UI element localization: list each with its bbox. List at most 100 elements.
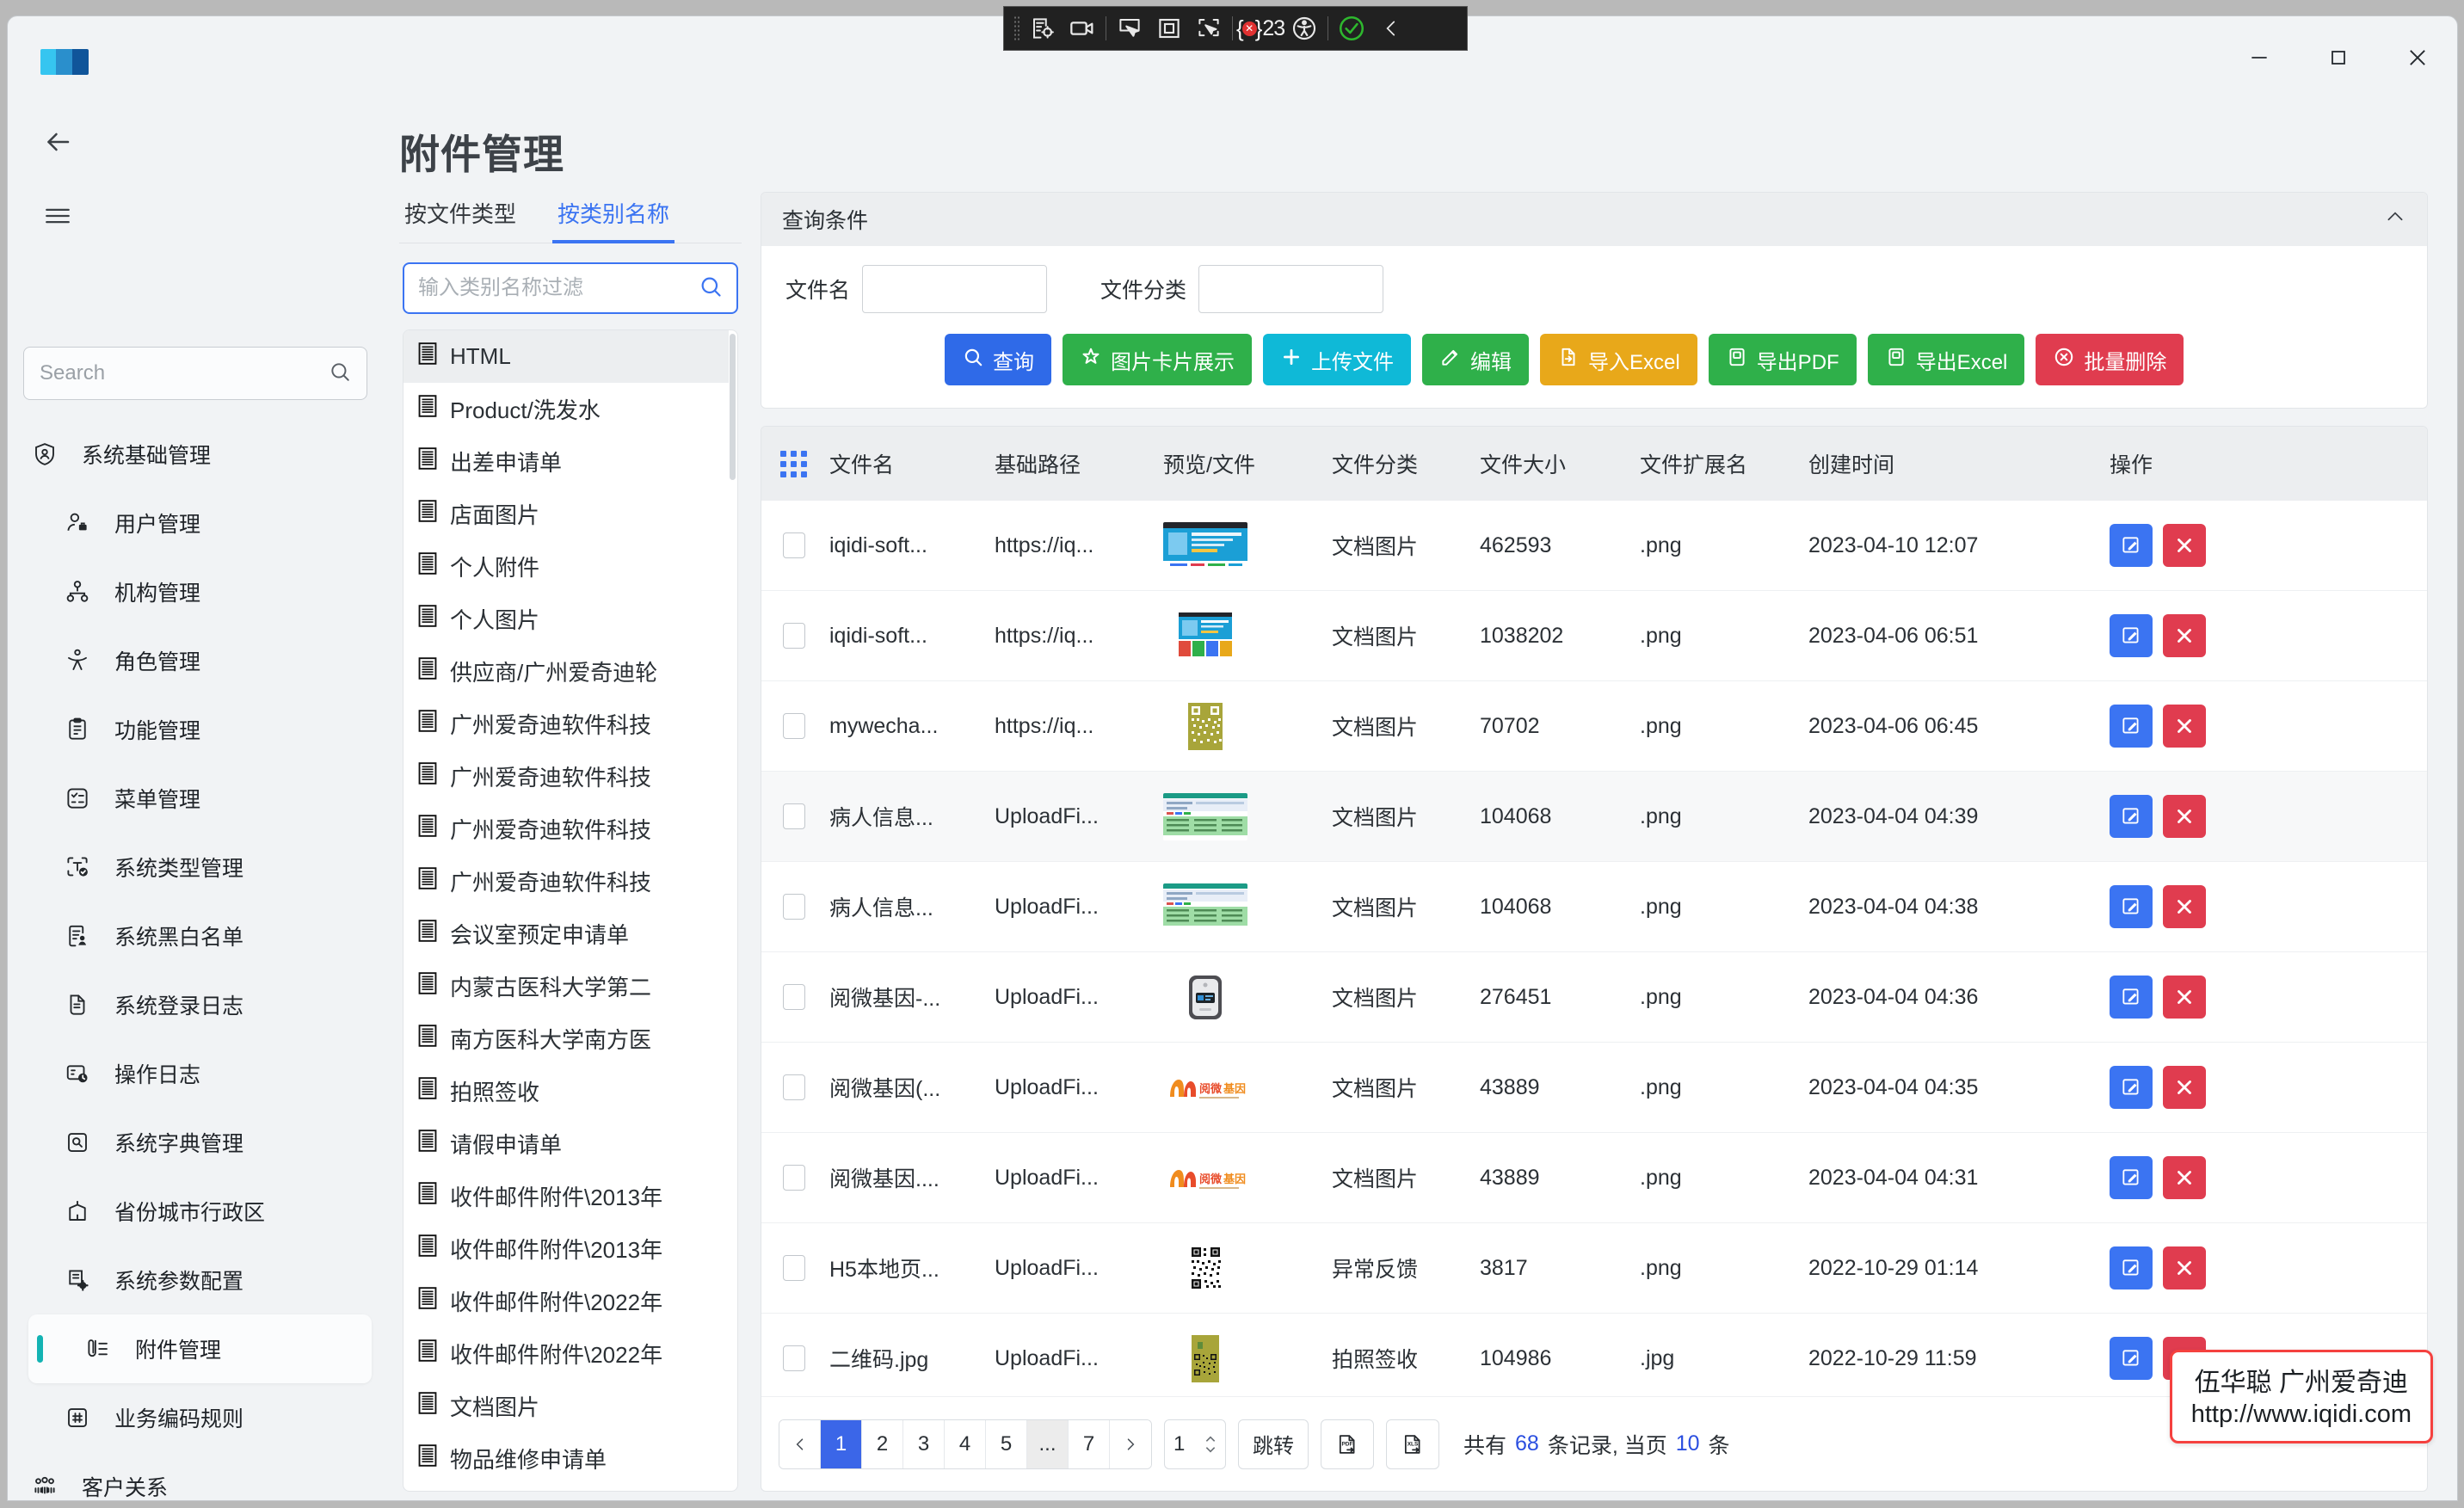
list-item[interactable]: 请假申请单 [403, 1117, 729, 1170]
list-item[interactable]: 业务附件 [403, 1485, 729, 1491]
row-checkbox[interactable] [783, 803, 805, 829]
table-row[interactable]: 阅微基因.... UploadFi... 阅微基因 文档图片 43889 .pn… [761, 1133, 2427, 1223]
video-camera-icon[interactable] [1063, 11, 1102, 46]
cell-preview[interactable] [1163, 612, 1332, 660]
edit-icon[interactable] [2110, 1337, 2153, 1380]
edit-icon[interactable] [2110, 1066, 2153, 1109]
search-input[interactable] [40, 361, 329, 385]
row-checkbox[interactable] [783, 1255, 805, 1281]
edit-icon[interactable] [2110, 885, 2153, 928]
capture-region-icon[interactable] [1023, 11, 1063, 46]
sidebar-item-params[interactable]: 系统参数配置 [8, 1246, 382, 1314]
row-checkbox-cell[interactable] [761, 713, 826, 739]
list-item[interactable]: 南方医科大学南方医 [403, 1013, 729, 1065]
error-count-badge[interactable]: { ✕ } 23 [1236, 15, 1284, 42]
column-header-basepath[interactable]: 基础路径 [995, 448, 1163, 479]
row-checkbox[interactable] [783, 1345, 805, 1371]
export-pdf-button[interactable]: 导出PDF [1709, 334, 1857, 385]
edit-icon[interactable] [2110, 795, 2153, 838]
delete-x-icon[interactable] [2163, 705, 2206, 748]
table-row[interactable]: iqidi-soft... https://iq... 文档图片 1038202… [761, 591, 2427, 681]
table-row[interactable]: 阅微基因(... UploadFi... 阅微基因 文档图片 43889 .pn… [761, 1043, 2427, 1133]
row-checkbox[interactable] [783, 532, 805, 558]
row-checkbox[interactable] [783, 984, 805, 1010]
cursor-pointer-icon[interactable] [1110, 11, 1149, 46]
cell-preview[interactable]: 阅微基因 [1163, 1154, 1332, 1202]
square-frame-icon[interactable] [1149, 11, 1189, 46]
filename-field[interactable] [862, 265, 1047, 313]
cell-preview[interactable] [1163, 793, 1332, 840]
category-filter-input[interactable] [418, 276, 699, 300]
page-button-1[interactable]: 1 [821, 1420, 862, 1468]
table-row[interactable]: 阅微基因-... UploadFi... 文档图片 276451 .png 20… [761, 952, 2427, 1043]
stepper-arrows-icon[interactable] [1204, 1435, 1217, 1454]
export-excel-button[interactable]: 导出Excel [1868, 334, 2025, 385]
page-button-2[interactable]: 2 [862, 1420, 903, 1468]
row-checkbox-cell[interactable] [761, 1255, 826, 1281]
sidebar-search[interactable] [23, 347, 367, 400]
sidebar-item-user-mgmt[interactable]: 用户管理 [8, 489, 382, 557]
edit-icon[interactable] [2110, 524, 2153, 567]
sidebar-item-crm[interactable]: 客户关系 [8, 1452, 382, 1500]
table-row[interactable]: 病人信息... UploadFi... 文档图片 104068 .png 202… [761, 862, 2427, 952]
delete-x-icon[interactable] [2163, 524, 2206, 567]
list-item[interactable]: HTML [403, 330, 729, 383]
row-checkbox-cell[interactable] [761, 894, 826, 920]
column-header-category[interactable]: 文件分类 [1332, 448, 1480, 479]
column-header-filesize[interactable]: 文件大小 [1480, 448, 1640, 479]
sidebar-item-system-type[interactable]: 系统类型管理 [8, 833, 382, 902]
list-item[interactable]: 物品维修申请单 [403, 1432, 729, 1485]
list-item[interactable]: 内蒙古医科大学第二 [403, 960, 729, 1013]
sidebar-item-blacklist[interactable]: 系统黑白名单 [8, 902, 382, 970]
collapse-chevron-icon[interactable] [1371, 11, 1411, 46]
table-row[interactable]: iqidi-soft... https://iq... 文档图片 462593 … [761, 501, 2427, 591]
jump-button[interactable]: 跳转 [1238, 1419, 1309, 1469]
search-button[interactable]: 查询 [945, 334, 1051, 385]
filecategory-field[interactable] [1198, 265, 1383, 313]
edit-icon[interactable] [2110, 1246, 2153, 1289]
pdf-export-icon[interactable]: PDF [1321, 1419, 1374, 1469]
column-header-filename[interactable]: 文件名 [826, 448, 995, 479]
category-list-scrollbar[interactable] [730, 334, 736, 1487]
page-button-3[interactable]: 3 [903, 1420, 945, 1468]
chevron-up-icon[interactable] [2384, 206, 2406, 234]
sidebar-item-function-mgmt[interactable]: 功能管理 [8, 695, 382, 764]
sidebar-item-login-log[interactable]: 系统登录日志 [8, 970, 382, 1039]
row-checkbox[interactable] [783, 623, 805, 649]
row-checkbox-cell[interactable] [761, 532, 826, 558]
list-item[interactable]: 个人附件 [403, 540, 729, 593]
cell-preview[interactable] [1163, 703, 1332, 750]
row-checkbox[interactable] [783, 1165, 805, 1191]
row-checkbox-cell[interactable] [761, 803, 826, 829]
table-row[interactable]: 病人信息... UploadFi... 文档图片 104068 .png 202… [761, 772, 2427, 862]
back-arrow-icon[interactable] [34, 118, 82, 166]
row-checkbox-cell[interactable] [761, 623, 826, 649]
list-item[interactable]: 文档图片 [403, 1380, 729, 1432]
list-item[interactable]: 广州爱奇迪软件科技 [403, 803, 729, 855]
chevron-left-icon[interactable] [779, 1420, 821, 1468]
list-item[interactable]: 供应商/广州爱奇迪轮 [403, 645, 729, 698]
table-row[interactable]: mywecha... https://iq... 文档图片 70702 .png… [761, 681, 2427, 772]
cell-preview[interactable]: 阅微基因 [1163, 1064, 1332, 1111]
xls-export-icon[interactable]: XLS [1386, 1419, 1439, 1469]
drag-handle[interactable] [1009, 13, 1023, 44]
list-item[interactable]: 会议室预定申请单 [403, 908, 729, 960]
cell-preview[interactable] [1163, 1335, 1332, 1382]
list-item[interactable]: 广州爱奇迪软件科技 [403, 698, 729, 750]
query-panel-header[interactable]: 查询条件 [761, 193, 2427, 246]
row-checkbox-cell[interactable] [761, 1345, 826, 1371]
column-header-created[interactable]: 创建时间 [1808, 448, 2110, 479]
page-button-5[interactable]: 5 [986, 1420, 1027, 1468]
cell-preview[interactable] [1163, 974, 1332, 1021]
row-checkbox[interactable] [783, 894, 805, 920]
filecategory-input[interactable] [1199, 266, 1383, 312]
row-checkbox-cell[interactable] [761, 984, 826, 1010]
row-checkbox-cell[interactable] [761, 1074, 826, 1100]
list-item[interactable]: 广州爱奇迪软件科技 [403, 750, 729, 803]
list-item[interactable]: 店面图片 [403, 488, 729, 540]
edit-icon[interactable] [2110, 614, 2153, 657]
table-row[interactable]: H5本地页... UploadFi... 异常反馈 3817 .png 2022… [761, 1223, 2427, 1314]
delete-x-icon[interactable] [2163, 1156, 2206, 1199]
delete-x-icon[interactable] [2163, 614, 2206, 657]
row-checkbox-cell[interactable] [761, 1165, 826, 1191]
